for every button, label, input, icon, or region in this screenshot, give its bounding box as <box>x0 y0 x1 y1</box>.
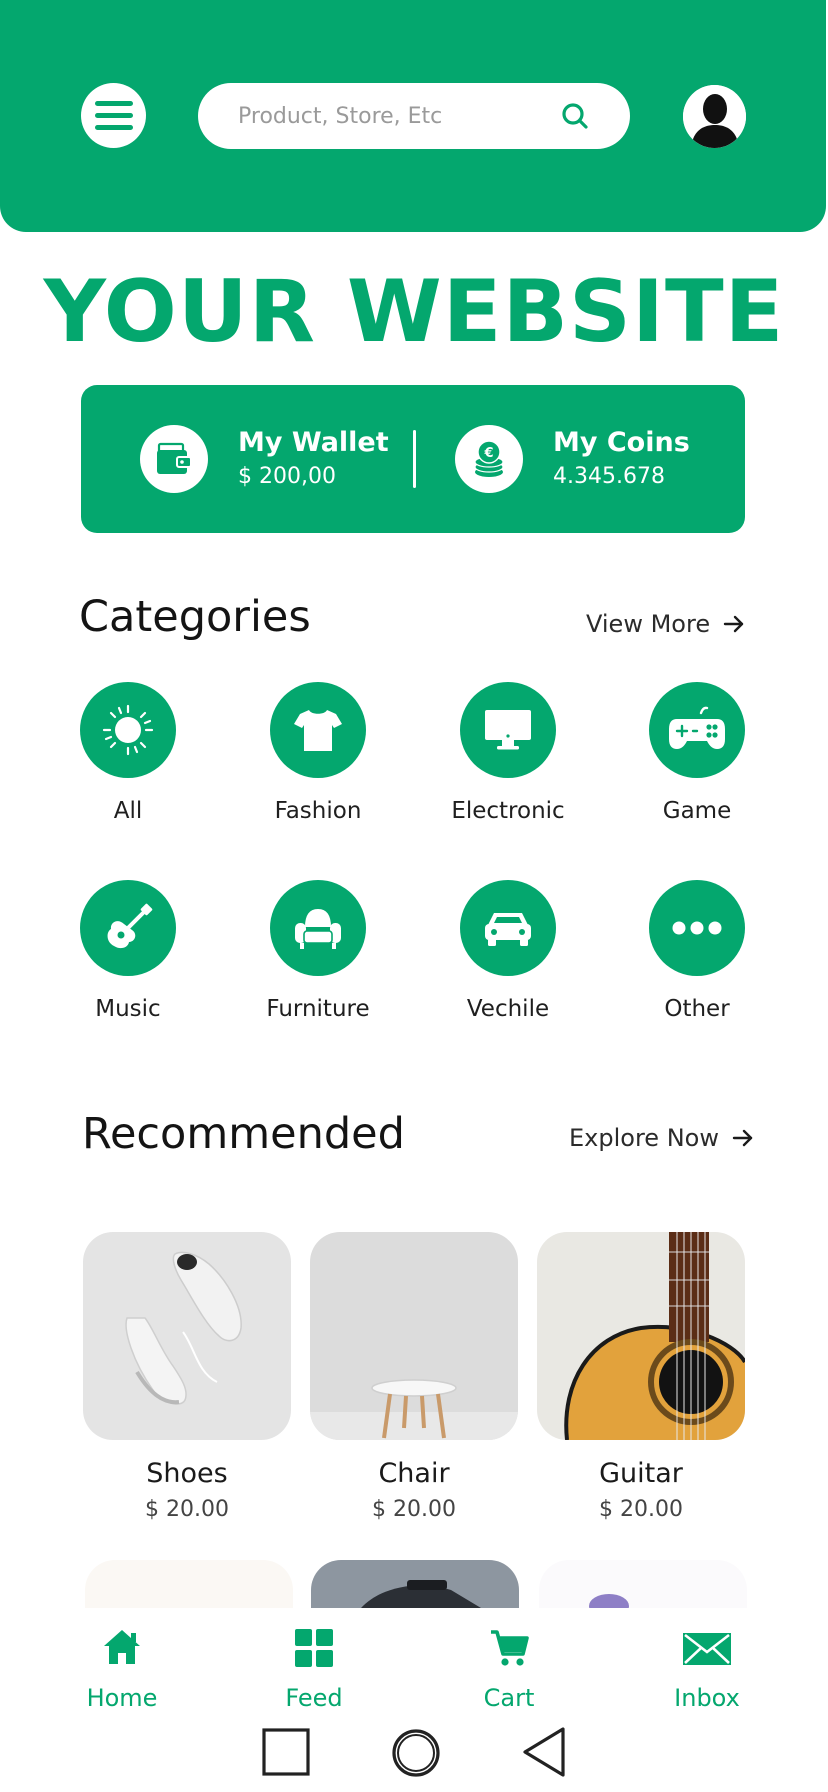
site-title: YOUR WEBSITE <box>43 262 785 362</box>
nav-cart[interactable]: Cart <box>439 1626 579 1712</box>
cart-icon <box>491 1630 529 1666</box>
product-image-guitar <box>537 1232 745 1440</box>
bottom-nav: Home Feed Cart Inbox <box>0 1608 828 1728</box>
user-avatar-icon <box>683 85 746 148</box>
category-music[interactable]: Music <box>43 880 213 1022</box>
recommended-title: Recommended <box>82 1109 405 1159</box>
categories-title: Categories <box>79 592 311 642</box>
category-label: All <box>113 798 143 824</box>
recent-apps-icon[interactable] <box>262 1728 310 1776</box>
nav-label: Feed <box>285 1684 343 1712</box>
product-card-partial[interactable] <box>311 1560 519 1608</box>
category-label: Electronic <box>451 798 565 824</box>
product-price: $ 20.00 <box>145 1497 229 1522</box>
search-bar[interactable]: Product, Store, Etc <box>198 83 630 149</box>
arrow-right-icon <box>723 615 744 633</box>
category-game[interactable]: Game <box>612 682 782 824</box>
product-name: Chair <box>378 1458 450 1489</box>
wallet-card: My Wallet $ 200,00 € My Coins 4.345.678 <box>81 385 745 533</box>
back-icon[interactable] <box>521 1726 567 1778</box>
product-card-chair[interactable]: Chair $ 20.00 <box>310 1232 518 1522</box>
my-wallet[interactable]: My Wallet $ 200,00 <box>140 425 389 493</box>
explore-now-label: Explore Now <box>569 1124 719 1152</box>
product-name: Guitar <box>599 1458 683 1489</box>
product-card-guitar[interactable]: Guitar $ 20.00 <box>537 1232 745 1522</box>
guitar-icon <box>107 903 153 949</box>
nav-label: Inbox <box>674 1684 740 1712</box>
category-label: Other <box>664 996 730 1022</box>
avatar[interactable] <box>683 85 746 148</box>
search-input[interactable]: Product, Store, Etc <box>238 104 560 129</box>
nav-inbox[interactable]: Inbox <box>637 1626 777 1712</box>
category-label: Vechile <box>466 996 550 1022</box>
coins-title: My Coins <box>553 427 690 458</box>
category-label: Music <box>95 996 161 1022</box>
product-card-shoes[interactable]: Shoes $ 20.00 <box>83 1232 291 1522</box>
car-icon <box>485 913 531 946</box>
nav-home[interactable]: Home <box>52 1626 192 1712</box>
category-all[interactable]: All <box>43 682 213 824</box>
product-image-chair <box>310 1232 518 1440</box>
view-more-label: View More <box>586 610 711 638</box>
armchair-icon <box>295 909 341 949</box>
category-electronic[interactable]: Electronic <box>423 682 593 824</box>
product-image-shoes <box>83 1232 291 1440</box>
category-label: Furniture <box>266 996 370 1022</box>
app-header: Product, Store, Etc <box>0 0 826 232</box>
wallet-divider <box>413 430 416 488</box>
view-more-link[interactable]: View More <box>586 610 746 638</box>
nav-feed[interactable]: Feed <box>244 1626 384 1712</box>
menu-button[interactable] <box>81 83 146 148</box>
hamburger-icon <box>94 101 133 106</box>
category-vehicle[interactable]: Vechile <box>423 880 593 1022</box>
product-card-partial[interactable] <box>85 1560 293 1608</box>
my-coins[interactable]: € My Coins 4.345.678 <box>455 425 690 493</box>
wallet-title: My Wallet <box>238 427 389 458</box>
gamepad-icon <box>669 706 725 749</box>
mail-icon <box>683 1633 731 1665</box>
home-circle-icon[interactable] <box>391 1728 441 1778</box>
sun-icon <box>102 704 154 756</box>
grid-icon <box>295 1629 333 1667</box>
tshirt-icon <box>294 710 342 751</box>
category-label: Game <box>662 798 732 824</box>
home-icon <box>104 1630 140 1664</box>
search-icon[interactable] <box>560 101 590 131</box>
product-price: $ 20.00 <box>372 1497 456 1522</box>
more-dots-icon <box>672 921 722 935</box>
product-name: Shoes <box>146 1458 228 1489</box>
product-card-partial[interactable] <box>539 1560 747 1608</box>
system-nav-bar <box>0 1718 828 1792</box>
wallet-balance: $ 200,00 <box>238 464 336 489</box>
category-fashion[interactable]: Fashion <box>233 682 403 824</box>
coins-balance: 4.345.678 <box>553 464 665 489</box>
arrow-right-icon <box>732 1129 753 1147</box>
category-other[interactable]: Other <box>612 880 782 1022</box>
nav-label: Home <box>86 1684 158 1712</box>
coins-icon: € <box>455 425 523 493</box>
svg-text:€: € <box>483 446 493 461</box>
category-furniture[interactable]: Furniture <box>233 880 403 1022</box>
monitor-icon <box>485 710 531 750</box>
explore-now-link[interactable]: Explore Now <box>569 1124 755 1152</box>
category-label: Fashion <box>274 798 362 824</box>
wallet-icon <box>140 425 208 493</box>
nav-label: Cart <box>483 1684 535 1712</box>
product-price: $ 20.00 <box>599 1497 683 1522</box>
